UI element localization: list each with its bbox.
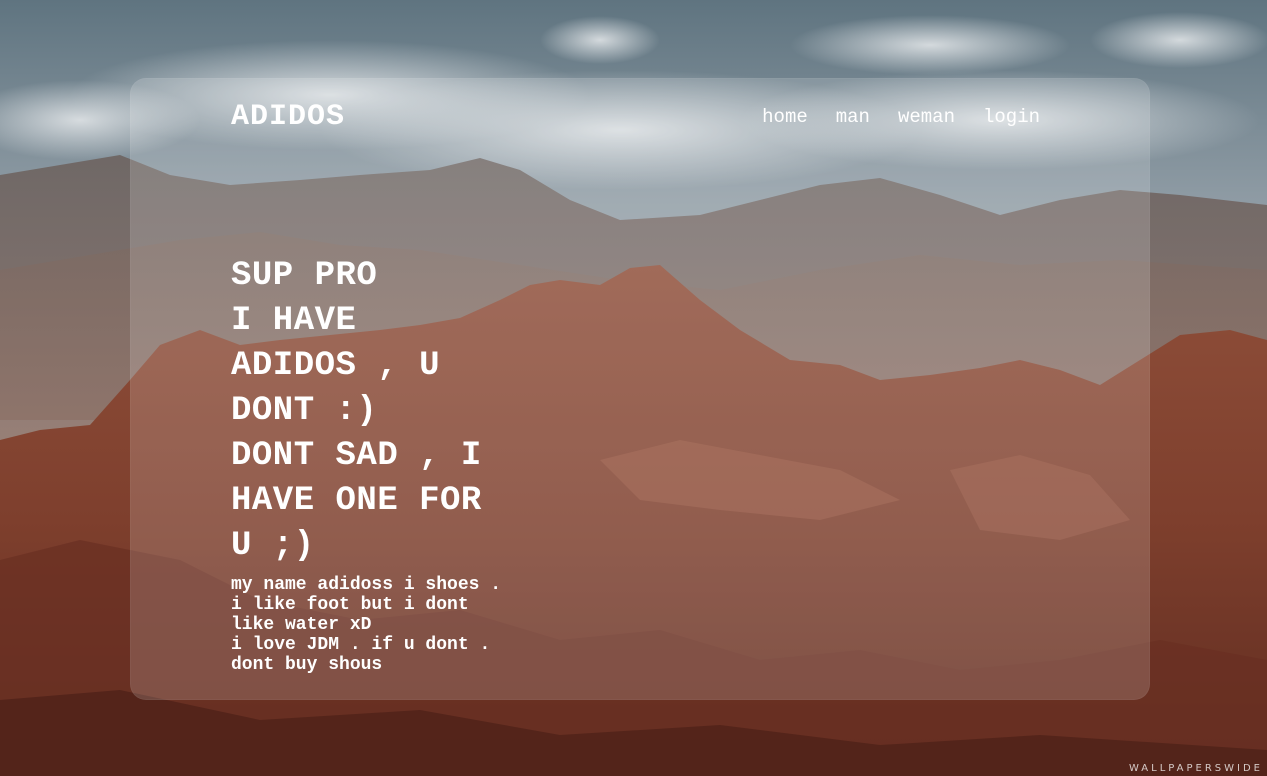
description-line: like water xD <box>231 615 372 635</box>
wallpaper-watermark: WALLPAPERSWIDE <box>1128 763 1263 774</box>
headline-line: DONT SAD , I <box>231 437 482 475</box>
hero-headline: SUP PRO I HAVE ADIDOS , U DONT :) DONT S… <box>231 254 571 569</box>
headline-line: U ;) <box>231 527 315 565</box>
description-line: i like foot but i dont <box>231 595 469 615</box>
headline-line: DONT :) <box>231 392 378 430</box>
description-line: dont buy shous <box>231 655 383 675</box>
nav-link-login[interactable]: login <box>983 106 1040 128</box>
headline-line: SUP PRO <box>231 257 378 295</box>
headline-line: I HAVE <box>231 302 357 340</box>
nav-link-weman[interactable]: weman <box>898 106 955 128</box>
nav-link-home[interactable]: home <box>762 106 808 128</box>
headline-line: HAVE ONE FOR <box>231 482 482 520</box>
description-line: i love JDM . if u dont . <box>231 635 491 655</box>
nav-link-man[interactable]: man <box>836 106 870 128</box>
brand-logo[interactable]: ADIDOS <box>231 100 345 134</box>
hero-description: my name adidoss i shoes . i like foot bu… <box>231 575 571 675</box>
top-nav: home man weman login <box>762 106 1040 128</box>
glass-hero-card: ADIDOS home man weman login SUP PRO I HA… <box>130 78 1150 700</box>
description-line: my name adidoss i shoes . <box>231 575 502 595</box>
headline-line: ADIDOS , U <box>231 347 441 385</box>
